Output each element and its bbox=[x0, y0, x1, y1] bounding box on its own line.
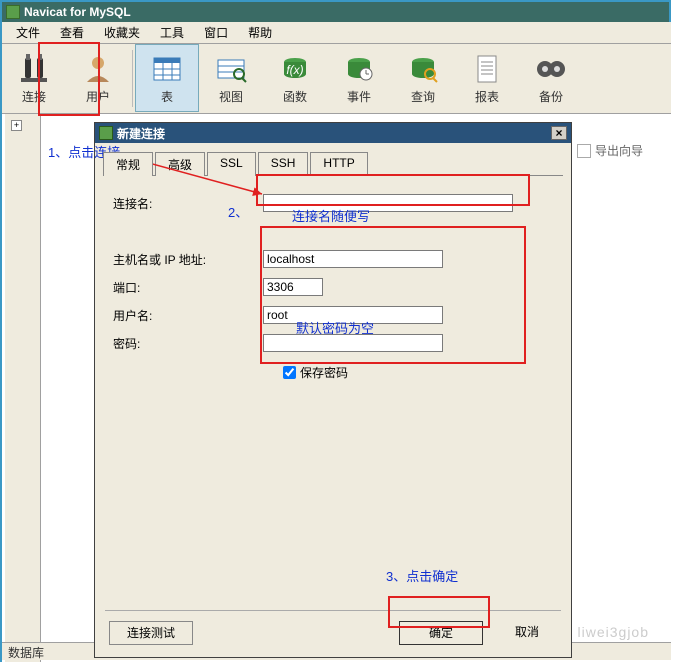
tab-ssl[interactable]: SSL bbox=[207, 152, 256, 176]
menubar: 文件 查看 收藏夹 工具 窗口 帮助 bbox=[2, 22, 671, 44]
export-wizard-link[interactable]: 导出向导 bbox=[577, 142, 667, 159]
menu-view[interactable]: 查看 bbox=[50, 21, 94, 44]
function-icon: f(x) bbox=[278, 52, 312, 86]
sidebar: + bbox=[5, 114, 41, 662]
view-icon bbox=[214, 52, 248, 86]
toolbar-report[interactable]: 报表 bbox=[455, 44, 519, 112]
watermark: liwei3gjob bbox=[578, 624, 649, 640]
label-pass: 密码: bbox=[113, 335, 263, 352]
toolbar-query[interactable]: 查询 bbox=[391, 44, 455, 112]
close-icon[interactable]: × bbox=[551, 126, 567, 140]
app-icon bbox=[6, 5, 20, 19]
checkbox-savepass[interactable] bbox=[283, 366, 296, 379]
query-icon bbox=[406, 52, 440, 86]
form: 连接名: 主机名或 IP 地址: 端口: 用户名: 密码: bbox=[95, 176, 571, 395]
event-icon bbox=[342, 52, 376, 86]
menu-window[interactable]: 窗口 bbox=[194, 21, 238, 44]
tree-expand-icon[interactable]: + bbox=[11, 120, 22, 131]
label-conn-name: 连接名: bbox=[113, 195, 263, 212]
tab-general[interactable]: 常规 bbox=[103, 152, 153, 176]
btn-cancel[interactable]: 取消 bbox=[497, 621, 557, 645]
toolbar: 连接 用户 表 视图 f(x) 函数 bbox=[2, 44, 671, 114]
export-icon bbox=[577, 144, 591, 158]
menu-tools[interactable]: 工具 bbox=[150, 21, 194, 44]
label-host: 主机名或 IP 地址: bbox=[113, 251, 263, 268]
window-title: Navicat for MySQL bbox=[24, 5, 131, 19]
toolbar-backup[interactable]: 备份 bbox=[519, 44, 583, 112]
titlebar: Navicat for MySQL bbox=[2, 2, 669, 22]
input-pass[interactable] bbox=[263, 334, 443, 352]
input-conn-name[interactable] bbox=[263, 194, 513, 212]
user-icon bbox=[81, 52, 115, 86]
btn-ok[interactable]: 确定 bbox=[399, 621, 483, 645]
tab-ssh[interactable]: SSH bbox=[258, 152, 309, 176]
svg-text:f(x): f(x) bbox=[286, 63, 303, 77]
toolbar-table[interactable]: 表 bbox=[135, 44, 199, 112]
input-port[interactable] bbox=[263, 278, 323, 296]
toolbar-user[interactable]: 用户 bbox=[66, 44, 130, 112]
toolbar-view[interactable]: 视图 bbox=[199, 44, 263, 112]
input-host[interactable] bbox=[263, 250, 443, 268]
dialog-icon bbox=[99, 126, 113, 140]
toolbar-connect[interactable]: 连接 bbox=[2, 44, 66, 112]
backup-icon bbox=[534, 52, 568, 86]
label-user: 用户名: bbox=[113, 307, 263, 324]
label-port: 端口: bbox=[113, 279, 263, 296]
label-savepass: 保存密码 bbox=[300, 364, 348, 381]
toolbar-func[interactable]: f(x) 函数 bbox=[263, 44, 327, 112]
btn-test-connection[interactable]: 连接测试 bbox=[109, 621, 193, 645]
tab-advanced[interactable]: 高级 bbox=[155, 152, 205, 176]
dialog-title: 新建连接 bbox=[117, 125, 165, 142]
menu-fav[interactable]: 收藏夹 bbox=[94, 21, 150, 44]
plug-icon bbox=[17, 52, 51, 86]
toolbar-event[interactable]: 事件 bbox=[327, 44, 391, 112]
menu-file[interactable]: 文件 bbox=[6, 21, 50, 44]
tab-http[interactable]: HTTP bbox=[310, 152, 367, 176]
report-icon bbox=[470, 52, 504, 86]
input-user[interactable] bbox=[263, 306, 443, 324]
dialog-tabs: 常规 高级 SSL SSH HTTP bbox=[103, 151, 571, 175]
dialog-titlebar: 新建连接 × bbox=[95, 123, 571, 143]
new-connection-dialog: 新建连接 × 常规 高级 SSL SSH HTTP 连接名: 主机名或 IP 地… bbox=[94, 122, 572, 658]
table-icon bbox=[150, 52, 184, 86]
menu-help[interactable]: 帮助 bbox=[238, 21, 282, 44]
